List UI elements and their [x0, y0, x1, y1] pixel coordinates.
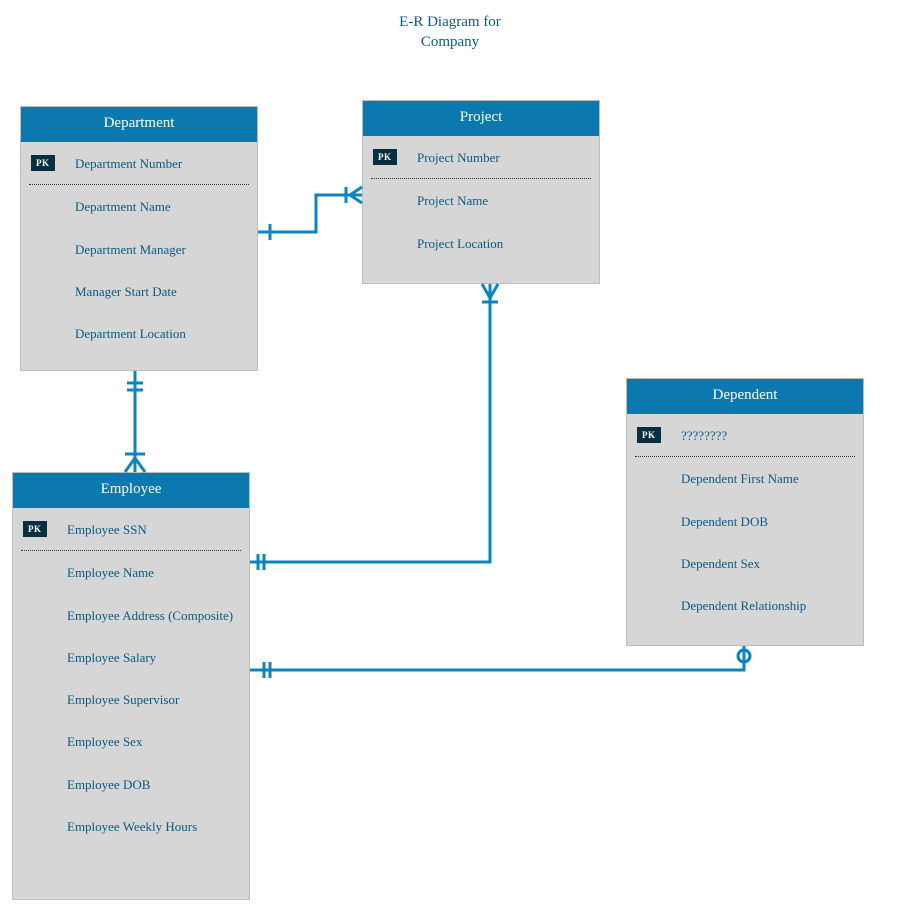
- pk-badge: PK: [31, 155, 55, 171]
- table-row: PK ????????: [627, 414, 863, 456]
- attr-pk: Project Number: [417, 136, 599, 178]
- entity-dependent-header: Dependent: [627, 379, 863, 414]
- crowfoot-icon: [482, 284, 490, 298]
- crowfoot-icon: [350, 187, 362, 195]
- table-row: PK Project Number: [363, 136, 599, 178]
- crowfoot-icon: [350, 195, 362, 203]
- table-row: Employee DOB: [13, 763, 249, 805]
- table-row: Project Name: [363, 179, 599, 221]
- rel-employee-project: [250, 284, 490, 562]
- table-row: Project Location: [363, 222, 599, 264]
- crowfoot-icon: [135, 458, 145, 472]
- table-row: Dependent DOB: [627, 500, 863, 542]
- table-row: Employee Name: [13, 551, 249, 593]
- table-row: PK Department Number: [21, 142, 257, 184]
- pk-badge: PK: [23, 521, 47, 537]
- table-row: Employee Weekly Hours: [13, 805, 249, 847]
- table-row: Employee Sex: [13, 720, 249, 762]
- entity-employee: Employee PK Employee SSN Employee Name E…: [12, 472, 250, 900]
- table-row: Department Manager: [21, 228, 257, 270]
- entity-department: Department PK Department Number Departme…: [20, 106, 258, 371]
- diagram-title: E-R Diagram for Company: [0, 12, 900, 53]
- pk-badge: PK: [637, 427, 661, 443]
- title-line1: E-R Diagram for: [399, 14, 501, 30]
- attr-pk: Employee SSN: [67, 508, 249, 550]
- table-row: Employee Address (Composite): [13, 594, 249, 636]
- entity-project-header: Project: [363, 101, 599, 136]
- rel-department-project: [258, 195, 362, 232]
- entity-project: Project PK Project Number Project Name P…: [362, 100, 600, 284]
- zero-circle-icon: [738, 650, 750, 662]
- table-row: Manager Start Date: [21, 270, 257, 312]
- table-row: PK Employee SSN: [13, 508, 249, 550]
- attr-pk: ????????: [681, 414, 863, 456]
- table-row: Dependent First Name: [627, 457, 863, 499]
- attr-pk: Department Number: [75, 142, 257, 184]
- table-row: Department Location: [21, 312, 257, 354]
- rel-employee-dependent: [250, 646, 744, 670]
- entity-dependent: Dependent PK ???????? Dependent First Na…: [626, 378, 864, 646]
- crowfoot-icon: [125, 458, 135, 472]
- table-row: Employee Salary: [13, 636, 249, 678]
- table-row: Department Name: [21, 185, 257, 227]
- table-row: Dependent Sex: [627, 542, 863, 584]
- table-row: Dependent Relationship: [627, 584, 863, 626]
- entity-employee-header: Employee: [13, 473, 249, 508]
- title-line2: Company: [421, 34, 479, 50]
- pk-badge: PK: [373, 149, 397, 165]
- table-row: Employee Supervisor: [13, 678, 249, 720]
- crowfoot-icon: [490, 284, 498, 298]
- entity-department-header: Department: [21, 107, 257, 142]
